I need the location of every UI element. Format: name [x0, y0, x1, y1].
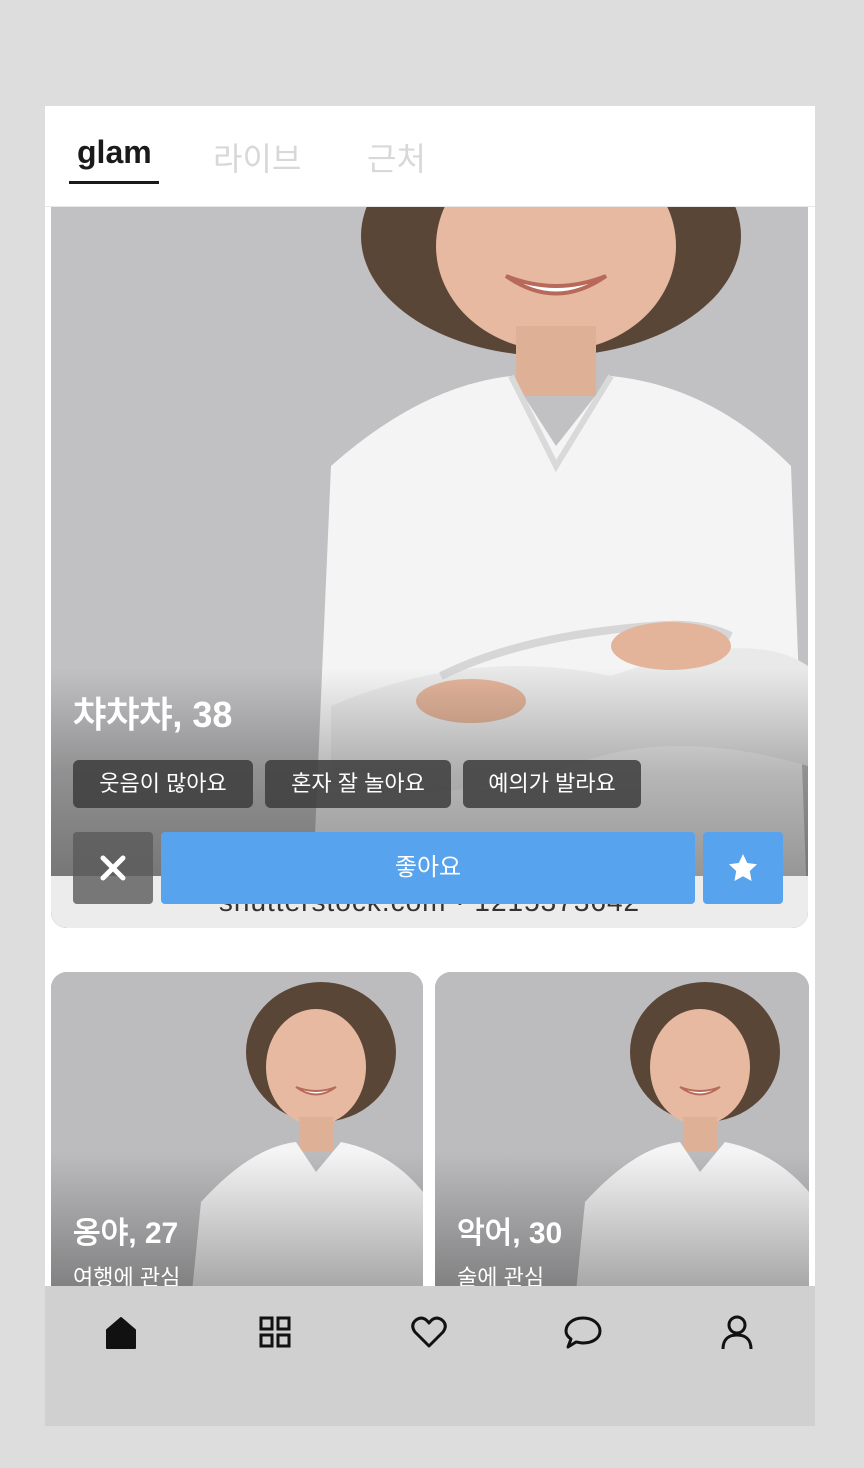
tag-chip[interactable]: 혼자 잘 놀아요	[265, 760, 451, 808]
profile-card[interactable]: 악어, 30 술에 관심	[435, 972, 809, 1302]
bottom-navigation	[45, 1286, 815, 1426]
main-profile-card[interactable]: shutterstock.com · 1215373642 챠챠챠, 38 웃음…	[51, 206, 808, 928]
profile-card[interactable]: 옹야, 27 여행에 관심	[51, 972, 423, 1302]
nav-home[interactable]	[101, 1312, 141, 1352]
tab-glam[interactable]: glam	[77, 134, 152, 171]
nav-grid[interactable]	[255, 1312, 295, 1352]
profile-icon	[721, 1315, 753, 1350]
card-actions: 좋아요	[73, 832, 785, 904]
app-screen: glam 라이브 근처 shutterstock.com · 121537364…	[45, 106, 815, 1426]
tab-live[interactable]: 라이브	[213, 134, 301, 180]
tag-chip[interactable]: 예의가 발라요	[463, 760, 641, 808]
chat-icon	[564, 1316, 602, 1349]
super-like-button[interactable]	[703, 832, 783, 904]
profile-name-age: 챠챠챠, 38	[73, 694, 233, 735]
tag-chip[interactable]: 웃음이 많아요	[73, 760, 253, 808]
close-icon	[100, 855, 126, 881]
top-tab-bar: glam 라이브 근처	[45, 106, 815, 207]
tab-nearby[interactable]: 근처	[367, 134, 426, 180]
nav-profile[interactable]	[717, 1312, 757, 1352]
nav-likes[interactable]	[409, 1312, 449, 1352]
home-icon	[106, 1317, 136, 1349]
like-button[interactable]: 좋아요	[161, 832, 695, 904]
active-tab-indicator	[69, 181, 159, 184]
profile-name-age: 옹야, 27	[73, 1217, 179, 1250]
grid-icon	[259, 1316, 291, 1348]
heart-icon	[411, 1316, 447, 1348]
dismiss-button[interactable]	[73, 832, 153, 904]
nav-chat[interactable]	[563, 1312, 603, 1352]
profile-name-age: 악어, 30	[457, 1217, 563, 1250]
star-icon	[729, 854, 757, 881]
